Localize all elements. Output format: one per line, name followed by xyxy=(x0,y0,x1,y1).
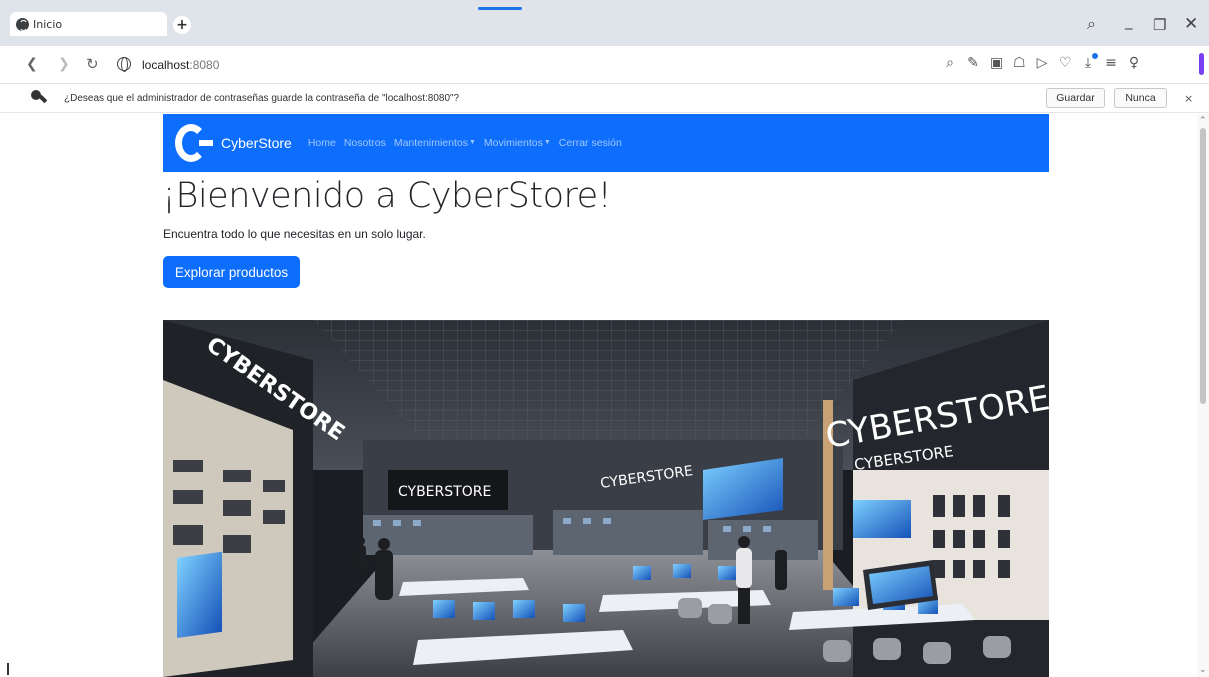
nav-link-nosotros[interactable]: Nosotros xyxy=(344,137,386,149)
send-icon[interactable]: ▷ xyxy=(1036,55,1048,71)
heart-icon[interactable]: ♡ xyxy=(1059,55,1072,71)
never-save-button[interactable]: Nunca xyxy=(1114,88,1167,108)
screenshot-icon[interactable]: ▣ xyxy=(990,55,1003,71)
key-icon xyxy=(31,90,47,106)
page-title: ¡Bienvenido a CyberStore! xyxy=(162,176,612,216)
page-viewport: CyberStore Home Nosotros Mantenimientos▼… xyxy=(0,114,1197,677)
scroll-up-icon[interactable]: ⌃ xyxy=(1199,116,1207,126)
download-icon[interactable]: ⤓ xyxy=(1082,53,1098,71)
explore-products-button[interactable]: Explorar productos xyxy=(163,256,300,288)
sidebar-toggle[interactable] xyxy=(1199,53,1204,75)
address-toolbar: ❮ ❯ ↻ localhost:8080 ⌕ ✎ ▣ ☖ ▷ ♡ ⤓ ≡ ♀ xyxy=(0,46,1209,84)
nav-dropdown-label: Mantenimientos xyxy=(393,137,468,149)
scroll-thumb[interactable] xyxy=(1200,128,1206,404)
search-icon[interactable]: ⌕ xyxy=(1087,14,1096,34)
forward-icon[interactable]: ❯ xyxy=(58,56,70,72)
browser-tab[interactable]: Inicio xyxy=(10,12,167,36)
site-info-icon[interactable] xyxy=(117,57,131,72)
tab-indicator xyxy=(478,7,522,10)
nav-dropdown-movimientos[interactable]: Movimientos▼ xyxy=(484,137,551,149)
url-port: :8080 xyxy=(189,58,220,72)
reload-icon[interactable]: ↻ xyxy=(86,55,99,73)
scroll-down-icon[interactable]: ⌄ xyxy=(1199,665,1207,675)
edit-icon[interactable]: ✎ xyxy=(967,55,979,71)
save-password-button[interactable]: Guardar xyxy=(1046,88,1105,108)
hero-subtitle: Encuentra todo lo que necesitas en un so… xyxy=(163,227,426,241)
minimize-icon[interactable]: _ xyxy=(1125,12,1133,30)
center-store-sign: CYBERSTORE xyxy=(398,484,491,500)
window-edge-marker xyxy=(7,663,9,675)
url-host: localhost xyxy=(142,58,190,72)
password-prompt: ¿Deseas que el administrador de contrase… xyxy=(64,93,460,104)
globe-icon xyxy=(16,17,29,31)
menu-icon[interactable]: ≡ xyxy=(1105,55,1117,71)
nav-link-home[interactable]: Home xyxy=(308,137,336,149)
shield-icon[interactable]: ☖ xyxy=(1013,55,1026,71)
page-scrollbar[interactable]: ⌃ ⌄ xyxy=(1197,114,1209,677)
store-hero-image: CYBERSTORE CYBERSTORE CYBERSTORE CYBERST… xyxy=(163,320,1049,677)
nav-dropdown-mantenimientos[interactable]: Mantenimientos▼ xyxy=(394,137,476,149)
nav-dropdown-label: Movimientos xyxy=(483,137,543,149)
caret-down-icon: ▼ xyxy=(468,139,476,146)
cyberstore-logo-icon[interactable] xyxy=(175,123,215,163)
restore-icon[interactable]: ❐ xyxy=(1153,16,1166,34)
site-navbar: CyberStore Home Nosotros Mantenimientos▼… xyxy=(163,114,1049,172)
new-tab-button[interactable]: + xyxy=(173,16,191,34)
password-save-bar: ¿Deseas que el administrador de contrase… xyxy=(0,85,1209,113)
store-illustration: CYBERSTORE CYBERSTORE CYBERSTORE CYBERST… xyxy=(163,320,1049,677)
back-icon[interactable]: ❮ xyxy=(26,56,38,72)
tab-title: Inicio xyxy=(33,17,63,31)
url-field[interactable]: localhost:8080 xyxy=(142,58,219,72)
zoom-icon[interactable]: ⌕ xyxy=(944,55,956,71)
profile-icon[interactable]: ♀ xyxy=(1128,55,1140,71)
close-icon[interactable]: ✕ xyxy=(1184,14,1198,34)
toolbar-icons: ⌕ ✎ ▣ ☖ ▷ ♡ ⤓ ≡ ♀ xyxy=(944,53,1140,71)
tab-strip: Inicio + ⌕ _ ❐ ✕ xyxy=(0,0,1209,46)
close-bar-icon[interactable]: × xyxy=(1184,92,1193,105)
nav-link-logout[interactable]: Cerrar sesión xyxy=(559,137,622,149)
caret-down-icon: ▼ xyxy=(543,139,551,146)
navbar-brand[interactable]: CyberStore xyxy=(221,135,292,151)
